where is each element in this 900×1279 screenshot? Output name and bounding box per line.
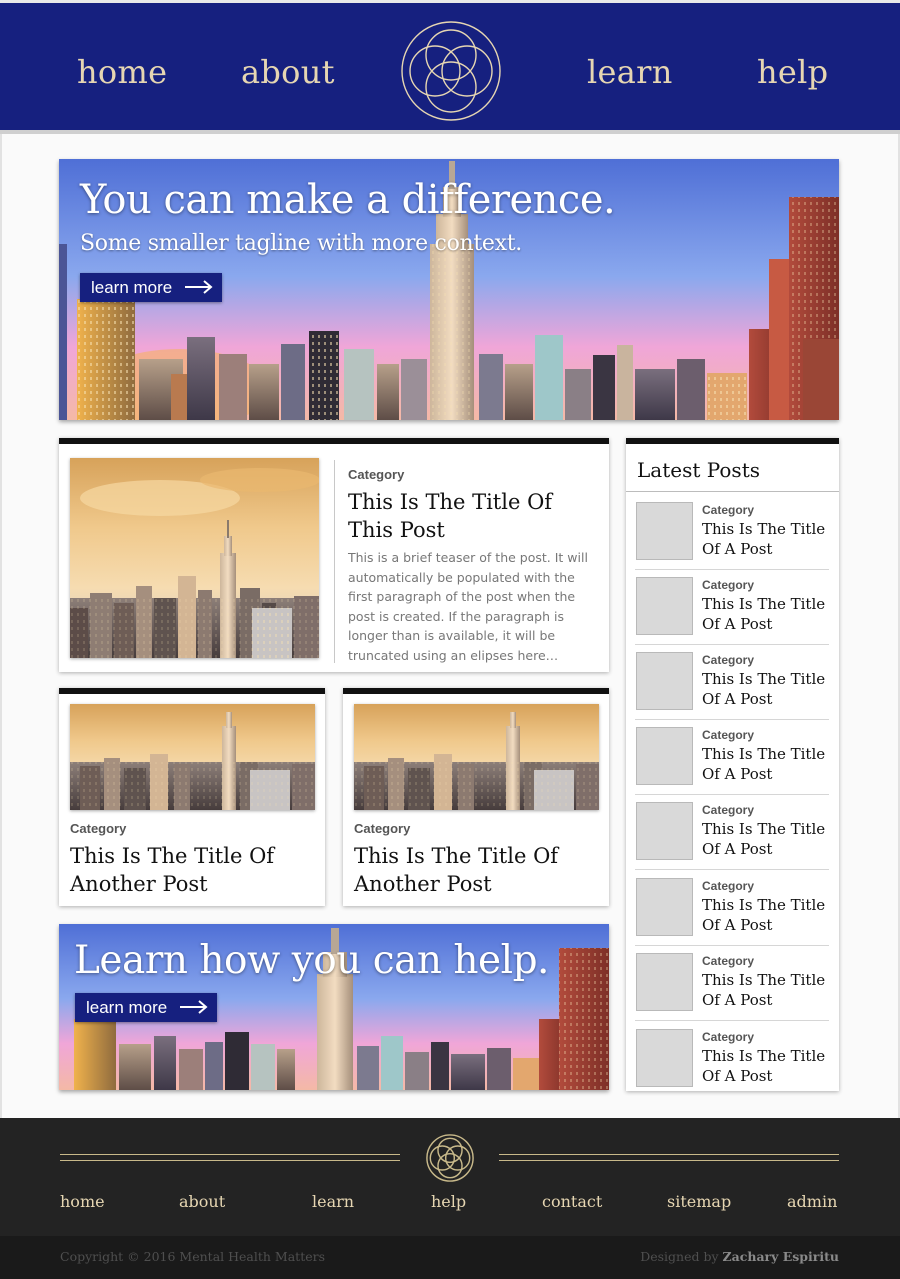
post-title[interactable]: This Is The Title Of A Post <box>702 971 832 1010</box>
post-image <box>70 704 315 810</box>
featured-post-card[interactable]: Category This Is The Title Of This Post … <box>59 438 609 672</box>
help-banner: Learn how you can help. learn more <box>59 924 609 1090</box>
sidebar-post-item[interactable]: Category This Is The Title Of A Post <box>635 794 829 870</box>
post-category: Category <box>702 954 755 968</box>
post-category: Category <box>702 728 755 742</box>
designer-name[interactable]: Zachary Espiritu <box>723 1249 839 1264</box>
footer-nav-learn[interactable]: learn <box>312 1192 354 1211</box>
copyright-text: Copyright © 2016 Mental Health Matters <box>60 1249 326 1264</box>
interlocking-circles-logo-icon[interactable] <box>425 1133 475 1183</box>
city-sunset-image <box>70 704 315 810</box>
post-category: Category <box>702 503 755 517</box>
post-thumbnail <box>636 1029 693 1087</box>
learn-more-label: learn more <box>86 997 168 1017</box>
footer-nav-about[interactable]: about <box>179 1192 225 1211</box>
post-title[interactable]: This Is The Title Of A Post <box>702 595 832 634</box>
sidebar-post-item[interactable]: Category This Is The Title Of A Post <box>635 870 829 946</box>
arrow-right-icon <box>180 1000 208 1014</box>
vertical-divider <box>334 460 335 663</box>
post-thumbnail <box>636 727 693 785</box>
post-category: Category <box>702 879 755 893</box>
sidebar-heading: Latest Posts <box>637 458 760 482</box>
footer-nav-help[interactable]: help <box>431 1192 466 1211</box>
learn-more-label: learn more <box>91 277 173 297</box>
post-category: Category <box>702 653 755 667</box>
city-sunset-image <box>70 458 319 658</box>
post-category: Category <box>702 578 755 592</box>
post-card[interactable]: Category This Is The Title Of Another Po… <box>59 688 325 906</box>
post-category: Category <box>702 803 755 817</box>
sidebar-post-item[interactable]: Category This Is The Title Of A Post <box>635 719 829 795</box>
post-category[interactable]: Category <box>348 467 404 482</box>
nav-help[interactable]: help <box>757 53 828 91</box>
interlocking-circles-logo-icon[interactable] <box>399 19 503 123</box>
city-sunset-image <box>354 704 599 810</box>
latest-posts-sidebar: Latest Posts Category This Is The Title … <box>626 438 839 1091</box>
footer-divider-left <box>60 1154 400 1161</box>
post-thumbnail <box>636 802 693 860</box>
post-title[interactable]: This Is The Title Of A Post <box>702 745 832 784</box>
hero-banner: You can make a difference. Some smaller … <box>59 159 839 420</box>
sidebar-post-item[interactable]: Category This Is The Title Of A Post <box>635 945 829 1021</box>
post-category: Category <box>702 1030 755 1044</box>
post-title[interactable]: This Is The Title Of A Post <box>702 520 832 559</box>
sidebar-post-item[interactable]: Category This Is The Title Of A Post <box>635 569 829 645</box>
post-title[interactable]: This Is The Title Of Another Post <box>70 842 315 898</box>
site-header: home about learn help <box>0 0 900 134</box>
sidebar-post-item[interactable]: Category This Is The Title Of A Post <box>635 1021 829 1097</box>
site-footer: home about learn help contact sitemap ad… <box>0 1118 900 1279</box>
post-title[interactable]: This Is The Title Of A Post <box>702 1047 832 1086</box>
hero-title: You can make a difference. <box>80 177 616 223</box>
sidebar-post-item[interactable]: Category This Is The Title Of A Post <box>635 494 829 570</box>
nav-about[interactable]: about <box>241 53 335 91</box>
arrow-right-icon <box>185 280 213 294</box>
post-category[interactable]: Category <box>354 821 410 836</box>
post-card[interactable]: Category This Is The Title Of Another Po… <box>343 688 609 906</box>
post-thumbnail <box>636 502 693 560</box>
post-image <box>354 704 599 810</box>
post-image <box>70 458 319 658</box>
footer-nav-contact[interactable]: contact <box>542 1192 602 1211</box>
post-title[interactable]: This Is The Title Of A Post <box>702 820 832 859</box>
post-title[interactable]: This Is The Title Of Another Post <box>354 842 599 898</box>
help-banner-title: Learn how you can help. <box>74 938 549 983</box>
post-teaser: This is a brief teaser of the post. It w… <box>348 550 588 663</box>
post-thumbnail <box>636 953 693 1011</box>
post-thumbnail <box>636 878 693 936</box>
footer-divider-right <box>499 1154 839 1161</box>
post-title[interactable]: This Is The Title Of A Post <box>702 896 832 935</box>
designer-credit: Designed by Zachary Espiritu <box>640 1249 839 1264</box>
post-thumbnail <box>636 577 693 635</box>
nav-learn[interactable]: learn <box>587 53 673 91</box>
post-title[interactable]: This Is The Title Of This Post <box>348 488 588 544</box>
post-thumbnail <box>636 652 693 710</box>
hero-tagline: Some smaller tagline with more context. <box>80 231 522 256</box>
banner-learn-more-button[interactable]: learn more <box>75 993 217 1022</box>
sidebar-post-item[interactable]: Category This Is The Title Of A Post <box>635 644 829 720</box>
post-title[interactable]: This Is The Title Of A Post <box>702 670 832 709</box>
divider <box>626 491 839 492</box>
footer-nav-home[interactable]: home <box>60 1192 105 1211</box>
footer-nav-sitemap[interactable]: sitemap <box>667 1192 731 1211</box>
footer-nav-admin[interactable]: admin <box>787 1192 837 1211</box>
hero-learn-more-button[interactable]: learn more <box>80 273 222 302</box>
post-category[interactable]: Category <box>70 821 126 836</box>
nav-home[interactable]: home <box>77 53 167 91</box>
credit-prefix: Designed by <box>640 1249 719 1264</box>
